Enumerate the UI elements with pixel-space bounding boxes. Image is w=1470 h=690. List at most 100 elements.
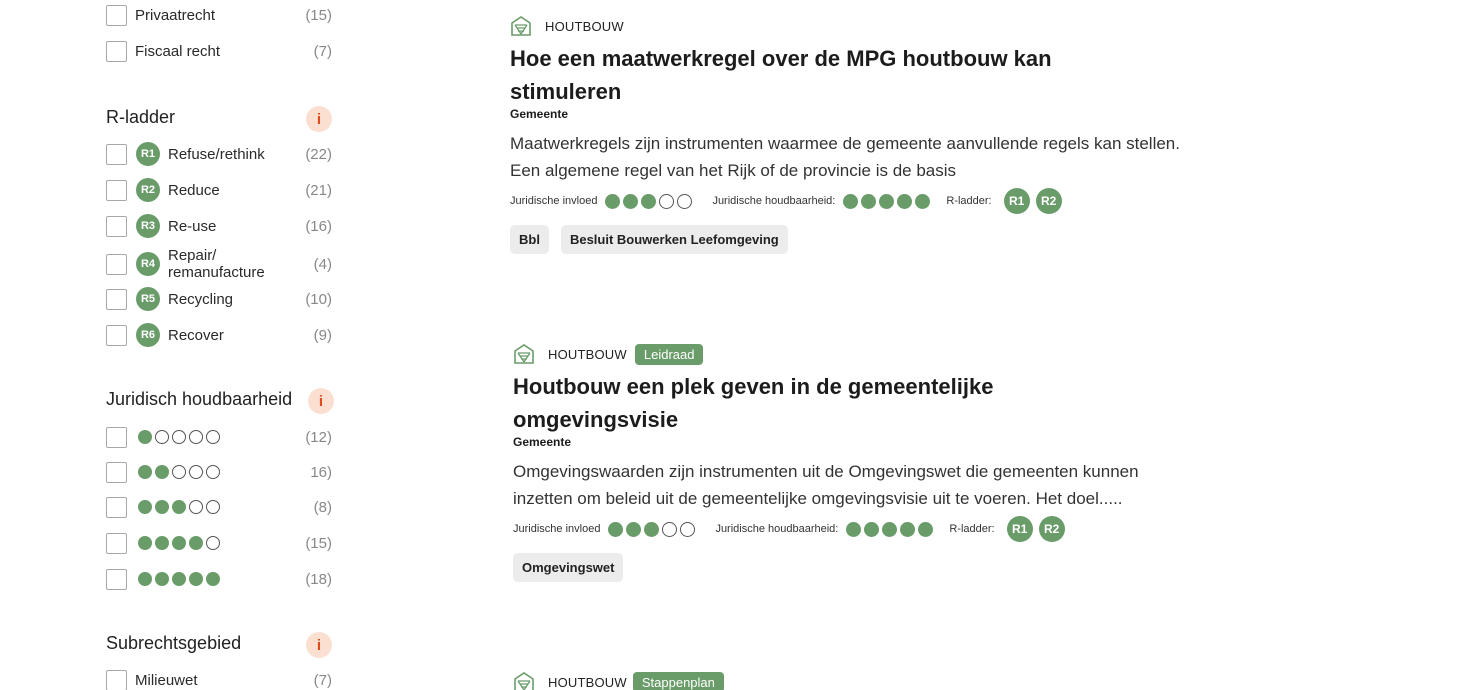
r-ladder-heading: R-ladder [106,107,176,127]
empty-dot [172,430,186,444]
filter-option-label: Repair/ remanufacture [168,247,265,281]
filled-dot [172,536,186,550]
filter-count: (9) [313,326,332,344]
filter-count: (12) [305,428,332,446]
result-card[interactable]: HOUTBOUW Hoe een maatwerkregel over de M… [510,14,1210,254]
card-chips: Bbl Besluit Bouwerken Leefomgeving [510,225,1210,254]
checkbox[interactable] [106,496,127,518]
r-ladder-label: R-ladder: [946,195,992,207]
checkbox[interactable] [106,461,127,483]
card-category-row: HOUTBOUW Leidraad [513,342,1213,366]
invloed-label: Juridische invloed [513,523,601,535]
filled-dot [915,193,931,209]
filled-dot [897,193,913,209]
filter-option-houdbaarheid-3[interactable]: (8) [106,495,336,519]
filter-option-houdbaarheid-2[interactable]: 16) [106,460,336,484]
result-card[interactable]: HOUTBOUW Stappenplan [513,670,1213,690]
filter-count: (8) [313,498,332,516]
r-ladder-label: R-ladder: [949,523,995,535]
empty-dot [155,430,169,444]
houdbaarheid-rating [846,521,934,537]
filter-option-label: Recycling [168,290,234,308]
filter-option-label: Refuse/rethink [168,145,265,163]
filter-option-label: Re-use [168,217,217,235]
filter-count: (7) [313,42,332,60]
invloed-label: Juridische invloed [510,195,598,207]
r-ladder-badge: R1 [1006,516,1033,542]
filled-dot [879,193,895,209]
checkbox[interactable] [106,215,127,237]
filter-option-houdbaarheid-4[interactable]: (15) [106,531,336,555]
filter-option-houdbaarheid-1[interactable]: (12) [106,425,336,449]
info-icon[interactable]: i [308,388,334,414]
checkbox[interactable] [106,179,127,201]
filter-option-r3[interactable]: R3 Re-use (16) [106,214,336,238]
empty-dot [206,500,220,514]
filled-dot [138,465,152,479]
filter-option-label: Reduce [168,181,220,199]
empty-dot [189,500,203,514]
rating-dots [138,536,220,550]
filter-option-label: Privaatrecht [135,6,216,24]
filter-option-r1[interactable]: R1 Refuse/rethink (22) [106,142,336,166]
info-icon[interactable]: i [306,632,332,658]
filter-option-r2[interactable]: R2 Reduce (21) [106,178,336,202]
filled-dot [138,536,152,550]
houdbaarheid-label: Juridische houdbaarheid: [715,523,839,535]
filter-option-label: Recover [168,326,224,344]
empty-dot [662,521,678,537]
card-category: HOUTBOUW [545,18,624,34]
checkbox[interactable] [106,253,127,275]
filter-option-r5[interactable]: R5 Recycling (10) [106,287,336,311]
filled-dot [864,521,880,537]
info-icon[interactable]: i [306,106,332,132]
filled-dot [155,500,169,514]
checkbox[interactable] [106,568,127,590]
checkbox[interactable] [106,4,127,26]
empty-dot [206,430,220,444]
card-title[interactable]: Houtbouw een plek geven in de gemeenteli… [513,370,1103,436]
checkbox[interactable] [106,324,127,346]
filter-option-privaatrecht[interactable]: Privaatrecht (15) [106,3,336,27]
filter-count: (7) [313,671,332,689]
houdbaarheid-rating [843,193,931,209]
law-chip[interactable]: Besluit Bouwerken Leefomgeving [560,225,788,254]
r-ladder-badge: R3 [136,214,160,238]
filled-dot [608,521,624,537]
result-card[interactable]: HOUTBOUW Leidraad Houtbouw een plek geve… [513,342,1213,582]
filter-option-milieuwet[interactable]: Milieuwet (7) [106,668,336,690]
filled-dot [155,536,169,550]
card-category-row: HOUTBOUW Stappenplan [513,670,1213,690]
card-description: Maatwerkregels zijn instrumenten waarmee… [510,134,1180,180]
card-category: HOUTBOUW [548,346,627,362]
filter-option-fiscaal-recht[interactable]: Fiscaal recht (7) [106,39,336,63]
filled-dot [846,521,862,537]
empty-dot [189,465,203,479]
house-icon [514,344,534,364]
filled-dot [900,521,916,537]
rating-dots [138,500,220,514]
checkbox[interactable] [106,143,127,165]
law-chip[interactable]: Omgevingswet [513,553,624,582]
card-title[interactable]: Hoe een maatwerkregel over de MPG houtbo… [510,42,1100,108]
card-chips: Omgevingswet [513,553,1213,582]
checkbox[interactable] [106,669,127,690]
filter-option-houdbaarheid-5[interactable]: (18) [106,567,336,591]
filter-count: (15) [305,6,332,24]
filled-dot [206,572,220,586]
filled-dot [155,572,169,586]
law-chip[interactable]: Bbl [510,225,549,254]
checkbox[interactable] [106,288,127,310]
empty-dot [172,465,186,479]
filter-count: (21) [305,181,332,199]
card-meta: Juridische invloed Juridische houdbaarhe… [513,516,1213,542]
subrechtsgebied-heading: Subrechtsgebied [106,633,242,653]
checkbox[interactable] [106,40,127,62]
filter-option-r6[interactable]: R6 Recover (9) [106,323,336,347]
filter-count: 16) [310,463,332,481]
checkbox[interactable] [106,532,127,554]
filled-dot [644,521,660,537]
empty-dot [659,193,675,209]
checkbox[interactable] [106,426,127,448]
filter-option-r4[interactable]: R4 Repair/ remanufacture (4) [106,247,336,281]
